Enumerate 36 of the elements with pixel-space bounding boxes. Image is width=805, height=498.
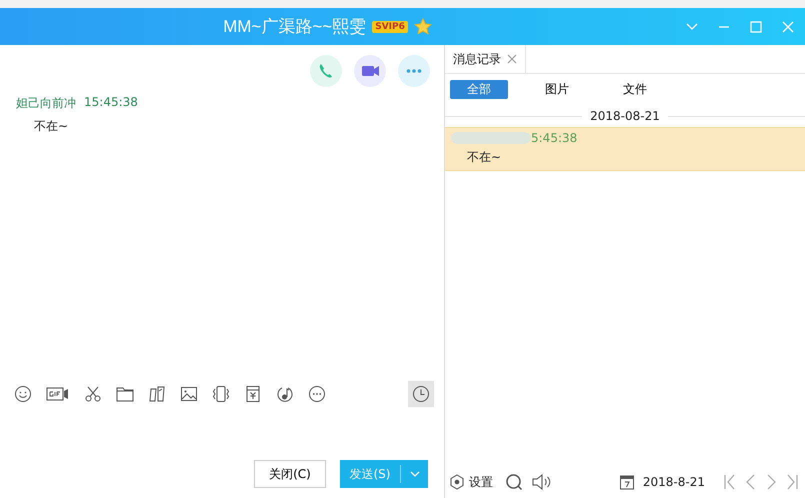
close-icon[interactable] xyxy=(507,54,517,64)
search-icon[interactable] xyxy=(505,473,523,491)
window-title: MM~广渠路~~熙雯 xyxy=(223,16,366,38)
message-text: 不在~ xyxy=(466,149,502,166)
settings-link[interactable]: 设置 xyxy=(469,474,493,490)
emoji-icon[interactable] xyxy=(14,385,32,403)
tab-label: 消息记录 xyxy=(453,50,501,68)
message-text: 不在~ xyxy=(33,118,70,135)
star-icon xyxy=(414,18,432,36)
speaker-icon[interactable] xyxy=(531,473,551,491)
vibrate-phone-icon[interactable] xyxy=(212,385,230,403)
scissors-icon[interactable] xyxy=(84,385,102,403)
filter-tab[interactable]: 文件 xyxy=(606,80,664,99)
settings-icon[interactable] xyxy=(449,474,465,490)
envelope-icon[interactable] xyxy=(244,385,262,403)
message-history-button[interactable] xyxy=(408,381,434,407)
image-icon[interactable] xyxy=(180,385,198,403)
filter-tab[interactable]: 全部 xyxy=(450,80,508,99)
date-field[interactable]: 2018-8-21 xyxy=(642,475,705,489)
close-button[interactable]: 关闭(C) xyxy=(254,460,326,488)
date-divider: 2018-08-21 xyxy=(590,109,660,123)
video-call-button[interactable] xyxy=(354,55,386,87)
sender-name: 妲己向前冲 xyxy=(16,95,76,112)
folder-icon[interactable] xyxy=(116,385,134,403)
screenshot-icon[interactable] xyxy=(148,385,166,403)
message-time: 5:45:38 xyxy=(531,131,578,145)
message-time: 15:45:38 xyxy=(84,95,138,111)
history-tab[interactable]: 消息记录 xyxy=(445,45,526,73)
gif-camera-icon[interactable] xyxy=(46,385,70,403)
vip-badge: SVIP6 xyxy=(372,20,408,32)
calendar-icon[interactable] xyxy=(618,474,635,490)
more-button[interactable] xyxy=(398,55,430,87)
history-entry[interactable]: 5:45:38 不在~ xyxy=(445,127,805,171)
more-icon[interactable] xyxy=(308,385,326,403)
music-icon[interactable] xyxy=(276,385,294,403)
filter-tab[interactable]: 图片 xyxy=(528,80,586,99)
